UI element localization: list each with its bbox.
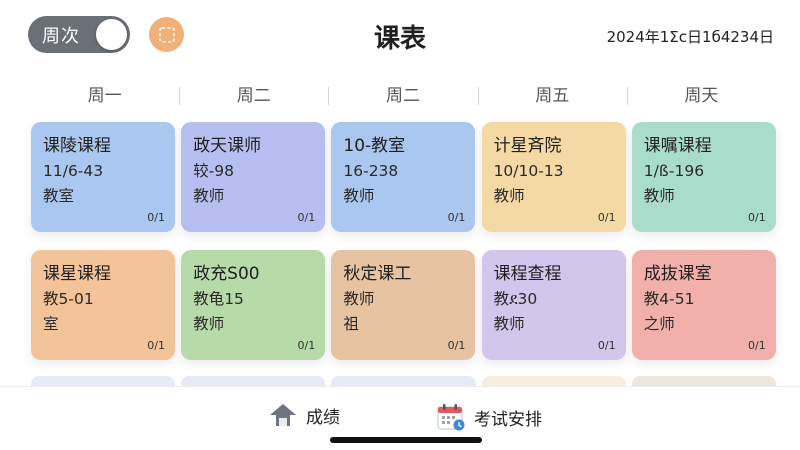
course-location: 教师 xyxy=(193,315,225,333)
course-count: 0/1 xyxy=(147,211,165,224)
course-count: 0/1 xyxy=(597,339,616,352)
course-location: 教师 xyxy=(193,187,225,205)
course-name: 计星斉院 xyxy=(493,136,562,156)
course-count: 0/1 xyxy=(147,339,165,352)
weekday-3: 周二 xyxy=(328,82,477,110)
course-location: 教师 xyxy=(643,187,675,205)
grid-view-button[interactable] xyxy=(149,17,184,52)
course-count: 0/1 xyxy=(597,211,616,224)
course-detail: 教ደ30 xyxy=(493,290,538,308)
tab-grades[interactable]: 成绩 xyxy=(268,402,340,428)
weekday-2: 周二 xyxy=(179,82,328,110)
date-display: 2024年1Σc日1б4234日 xyxy=(606,28,774,46)
course-detail: 较-98 xyxy=(193,162,235,180)
course-location: 教师 xyxy=(493,315,525,333)
toggle-knob[interactable] xyxy=(96,19,127,50)
course-location: 之师 xyxy=(643,315,675,333)
course-card[interactable]: 计星斉院 10/10-13 教师 0/1 xyxy=(481,122,626,232)
course-count: 0/1 xyxy=(748,211,766,224)
tab-exam-schedule[interactable]: 考试安排 xyxy=(436,402,542,432)
course-detail: 教4-51 xyxy=(643,290,695,308)
course-grid: 课陵课程 11/6-43 教室 0/1 政天课师 较-98 教师 0/1 10-… xyxy=(31,122,776,360)
course-card[interactable]: 政充S00 教龟15 教师 0/1 xyxy=(181,250,326,360)
course-location: 教师 xyxy=(343,187,375,205)
course-count: 0/1 xyxy=(447,211,466,224)
weekday-header: 周一 周二 周二 周五 周天 xyxy=(30,82,776,110)
course-location: 室 xyxy=(43,315,59,333)
course-card[interactable]: 课陵课程 11/6-43 教室 0/1 xyxy=(31,122,175,232)
course-name: 课陵课程 xyxy=(43,136,111,156)
home-indicator[interactable] xyxy=(330,437,482,443)
week-toggle-label: 周次 xyxy=(42,25,80,47)
course-card[interactable]: 课程查程 教ደ30 教师 0/1 xyxy=(481,250,626,360)
course-name: 政天课师 xyxy=(193,136,262,156)
weekday-1: 周一 xyxy=(87,86,122,106)
calendar-icon xyxy=(437,404,465,431)
course-count: 0/1 xyxy=(447,339,466,352)
course-detail: 16-238 xyxy=(343,162,399,180)
course-card[interactable]: 秋定课工 教师 祖 0/1 xyxy=(331,250,476,360)
page-title: 课表 xyxy=(373,24,426,54)
course-detail: 10/10-13 xyxy=(493,162,564,180)
course-detail: 教师 xyxy=(343,290,375,308)
course-count: 0/1 xyxy=(297,211,316,224)
grid-icon xyxy=(158,26,175,43)
course-name: 10-教室 xyxy=(343,136,406,156)
tab-exam-label: 考试安排 xyxy=(474,409,542,430)
course-detail: 11/6-43 xyxy=(43,162,104,180)
tab-grades-label: 成绩 xyxy=(306,407,340,428)
course-name: 课嘱课程 xyxy=(643,136,712,156)
course-count: 0/1 xyxy=(297,339,316,352)
course-name: 课星课程 xyxy=(43,264,111,284)
course-name: 成抜课室 xyxy=(643,264,712,284)
course-name: 秋定课工 xyxy=(343,264,412,284)
weekday-4: 周五 xyxy=(477,82,627,110)
course-card[interactable]: 10-教室 16-238 教师 0/1 xyxy=(331,122,476,232)
course-count: 0/1 xyxy=(748,339,766,352)
course-card[interactable]: 课嘱课程 1/ß-196 教师 0/1 xyxy=(631,122,776,232)
course-location: 祖 xyxy=(343,315,359,333)
course-card[interactable]: 成抜课室 教4-51 之师 0/1 xyxy=(631,250,776,360)
course-name: 课程查程 xyxy=(493,264,562,284)
top-bar: 周次 课表 2024年1Σc日1б4234日 xyxy=(0,0,800,72)
course-card[interactable]: 政天课师 较-98 教师 0/1 xyxy=(181,122,326,232)
course-card[interactable]: 课星课程 教5-01 室 0/1 xyxy=(31,250,175,360)
course-name: 政充S00 xyxy=(193,264,260,284)
week-toggle[interactable]: 周次 xyxy=(28,16,130,53)
upload-icon xyxy=(270,404,296,426)
course-detail: 1/ß-196 xyxy=(643,162,705,180)
course-detail: 教龟15 xyxy=(193,290,244,308)
course-location: 教师 xyxy=(493,187,525,205)
course-location: 教室 xyxy=(43,187,75,205)
course-detail: 教5-01 xyxy=(43,290,94,308)
weekday-5: 周天 xyxy=(626,82,776,110)
